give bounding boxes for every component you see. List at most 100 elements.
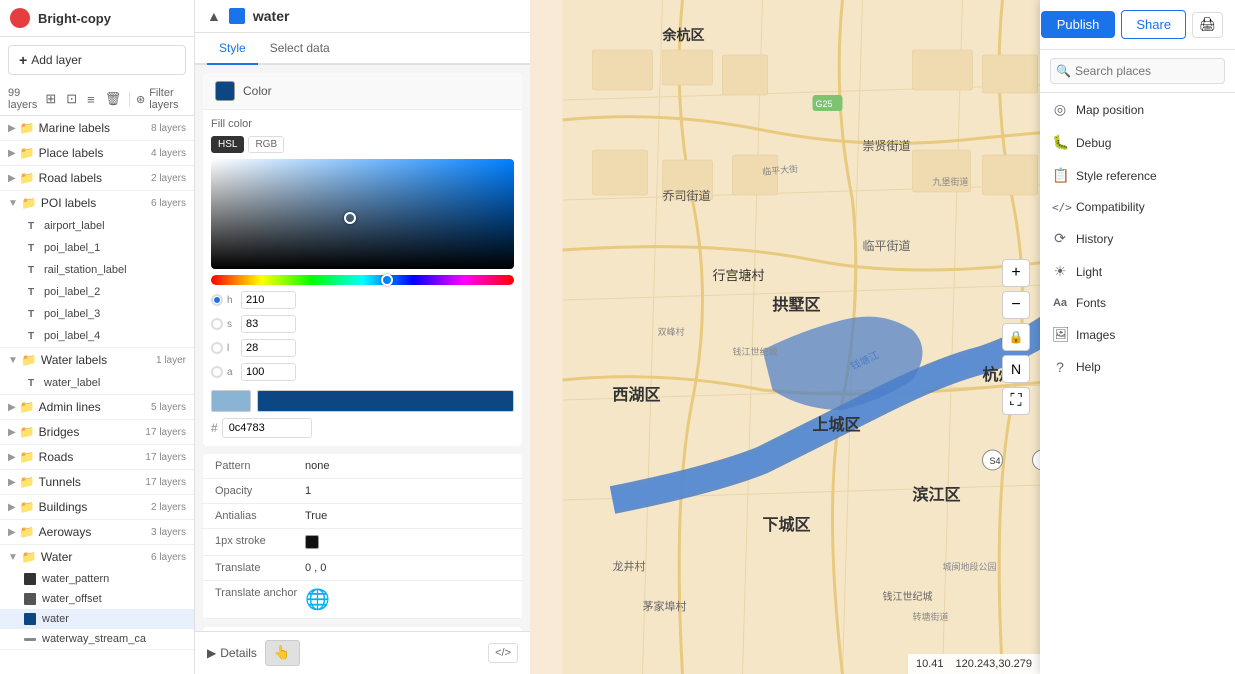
layer-actions: 99 layers ⊞ ⊡ ≡ 🗑 ⊛ Filter layers bbox=[0, 83, 194, 116]
group-header-water-labels[interactable]: ▼ 📁 Water labels 1 layer bbox=[0, 348, 194, 372]
group-name: Admin lines bbox=[39, 400, 151, 414]
layer-item-water-label[interactable]: T water_label bbox=[0, 372, 194, 394]
expand-icon: ▲ bbox=[207, 8, 221, 24]
hsl-l-row: l bbox=[211, 339, 514, 357]
filter-layers-btn[interactable]: ⊛ Filter layers bbox=[136, 87, 186, 111]
group-name: Place labels bbox=[39, 146, 151, 160]
print-button[interactable]: 🖨 bbox=[1192, 12, 1223, 38]
menu-item-fonts[interactable]: Aa Fonts bbox=[1040, 288, 1235, 318]
s-label: s bbox=[227, 319, 237, 330]
pattern-value: none bbox=[305, 460, 329, 472]
group-header-marine[interactable]: ▶ 📁 Marine labels 8 layers bbox=[0, 116, 194, 140]
search-bar: 🔍 bbox=[1040, 50, 1235, 93]
hsl-btn[interactable]: HSL bbox=[211, 136, 244, 153]
search-icon: 🔍 bbox=[1056, 64, 1071, 78]
group-header-poi[interactable]: ▼ 📁 POI labels 6 layers bbox=[0, 191, 194, 215]
history-icon: ⟳ bbox=[1052, 230, 1068, 247]
hue-slider[interactable] bbox=[211, 275, 514, 285]
delete-layer-btn[interactable]: 🗑 bbox=[103, 89, 124, 109]
folder-icon: 📁 bbox=[20, 450, 35, 464]
filter-label: Filter layers bbox=[149, 87, 186, 111]
group-header-road[interactable]: ▶ 📁 Road labels 2 layers bbox=[0, 166, 194, 190]
icon-btn-2[interactable]: ⊡ bbox=[64, 89, 79, 109]
a-radio[interactable] bbox=[211, 366, 223, 378]
zoom-out-btn[interactable]: − bbox=[1002, 291, 1030, 319]
group-badge: 6 layers bbox=[151, 198, 186, 209]
group-admin-lines: ▶ 📁 Admin lines 5 layers bbox=[0, 395, 194, 420]
layer-item-poi-label-1[interactable]: T poi_label_1 bbox=[0, 237, 194, 259]
publish-button[interactable]: Publish bbox=[1041, 11, 1116, 38]
svg-text:临平街道: 临平街道 bbox=[863, 239, 911, 253]
map-area[interactable]: 余杭区 崇贤街道 星桥街道 乔司街道 崇贤街道 行宫塘村 临平街道 西湖区 上城… bbox=[530, 0, 1235, 674]
share-button[interactable]: Share bbox=[1121, 10, 1186, 39]
l-input[interactable] bbox=[241, 339, 296, 357]
group-header-buildings[interactable]: ▶ 📁 Buildings 2 layers bbox=[0, 495, 194, 519]
rgb-btn[interactable]: RGB bbox=[248, 136, 284, 153]
layer-item-water-offset[interactable]: water_offset bbox=[0, 589, 194, 609]
antialias-value: True bbox=[305, 510, 327, 522]
menu-item-map-position[interactable]: ◎ Map position bbox=[1040, 93, 1235, 126]
l-radio[interactable] bbox=[211, 342, 223, 354]
s-radio[interactable] bbox=[211, 318, 223, 330]
group-header-place[interactable]: ▶ 📁 Place labels 4 layers bbox=[0, 141, 194, 165]
group-header-admin[interactable]: ▶ 📁 Admin lines 5 layers bbox=[0, 395, 194, 419]
layer-item-rail-station[interactable]: T rail_station_label bbox=[0, 259, 194, 281]
layer-name: airport_label bbox=[44, 220, 105, 232]
group-header-tunnels[interactable]: ▶ 📁 Tunnels 17 layers bbox=[0, 470, 194, 494]
folder-icon: 📁 bbox=[20, 425, 35, 439]
menu-item-style-reference[interactable]: 📋 Style reference bbox=[1040, 159, 1235, 192]
menu-item-images[interactable]: 🖼 Images bbox=[1040, 318, 1235, 351]
icon-btn-1[interactable]: ⊞ bbox=[43, 89, 58, 109]
fullscreen-btn[interactable]: ⛶ bbox=[1002, 387, 1030, 415]
group-badge: 5 layers bbox=[151, 402, 186, 413]
layer-item-airport-label[interactable]: T airport_label bbox=[0, 215, 194, 237]
code-view-btn[interactable]: </> bbox=[488, 643, 518, 663]
layer-item-water[interactable]: water bbox=[0, 609, 194, 629]
menu-item-compatibility[interactable]: </> Compatibility bbox=[1040, 192, 1235, 222]
hue-handle[interactable] bbox=[381, 274, 393, 286]
group-header-roads[interactable]: ▶ 📁 Roads 17 layers bbox=[0, 445, 194, 469]
menu-item-help[interactable]: ? Help bbox=[1040, 351, 1235, 383]
svg-text:钱江世纪城: 钱江世纪城 bbox=[733, 346, 778, 357]
gradient-handle[interactable] bbox=[344, 212, 356, 224]
tab-style[interactable]: Style bbox=[207, 33, 258, 65]
layer-item-poi-label-2[interactable]: T poi_label_2 bbox=[0, 281, 194, 303]
cursor-mode-btn[interactable]: 👆 bbox=[265, 640, 300, 666]
layer-name: poi_label_1 bbox=[44, 242, 100, 254]
coordinates: 120.243,30.279 bbox=[956, 658, 1032, 670]
compass-btn[interactable]: N bbox=[1002, 355, 1030, 383]
tab-select-data[interactable]: Select data bbox=[258, 33, 342, 65]
layer-item-waterway-stream[interactable]: waterway_stream_ca bbox=[0, 629, 194, 649]
hex-input-row: # bbox=[211, 418, 514, 438]
group-header-aeroways[interactable]: ▶ 📁 Aeroways 3 layers bbox=[0, 520, 194, 544]
details-label: Details bbox=[220, 646, 257, 660]
menu-label: Fonts bbox=[1076, 296, 1106, 310]
add-layer-button[interactable]: + Add layer bbox=[8, 45, 186, 75]
s-input[interactable] bbox=[241, 315, 296, 333]
details-btn[interactable]: ▶ Details bbox=[207, 646, 257, 660]
hex-input[interactable] bbox=[222, 418, 312, 438]
menu-item-light[interactable]: ☀ Light bbox=[1040, 255, 1235, 288]
color-section-header: Color bbox=[203, 73, 522, 110]
layer-item-water-pattern[interactable]: water_pattern bbox=[0, 569, 194, 589]
menu-item-debug[interactable]: 🐛 Debug bbox=[1040, 126, 1235, 159]
zoom-in-btn[interactable]: + bbox=[1002, 259, 1030, 287]
a-input[interactable] bbox=[241, 363, 296, 381]
group-badge: 3 layers bbox=[151, 527, 186, 538]
menu-item-history[interactable]: ⟳ History bbox=[1040, 222, 1235, 255]
h-input[interactable] bbox=[241, 291, 296, 309]
h-label: h bbox=[227, 295, 237, 306]
opacity-value: 1 bbox=[305, 485, 311, 497]
group-header-bridges[interactable]: ▶ 📁 Bridges 17 layers bbox=[0, 420, 194, 444]
icon-btn-3[interactable]: ≡ bbox=[85, 90, 97, 109]
group-header-water[interactable]: ▼ 📁 Water 6 layers bbox=[0, 545, 194, 569]
group-badge: 2 layers bbox=[151, 502, 186, 513]
pattern-row: Pattern none bbox=[203, 454, 522, 479]
gradient-picker[interactable] bbox=[211, 159, 514, 269]
layer-item-poi-label-4[interactable]: T poi_label_4 bbox=[0, 325, 194, 347]
svg-text:西湖区: 西湖区 bbox=[613, 386, 661, 404]
h-radio[interactable] bbox=[211, 294, 223, 306]
lock-bearing-btn[interactable]: 🔒 bbox=[1002, 323, 1030, 351]
layer-item-poi-label-3[interactable]: T poi_label_3 bbox=[0, 303, 194, 325]
search-input[interactable] bbox=[1050, 58, 1225, 84]
